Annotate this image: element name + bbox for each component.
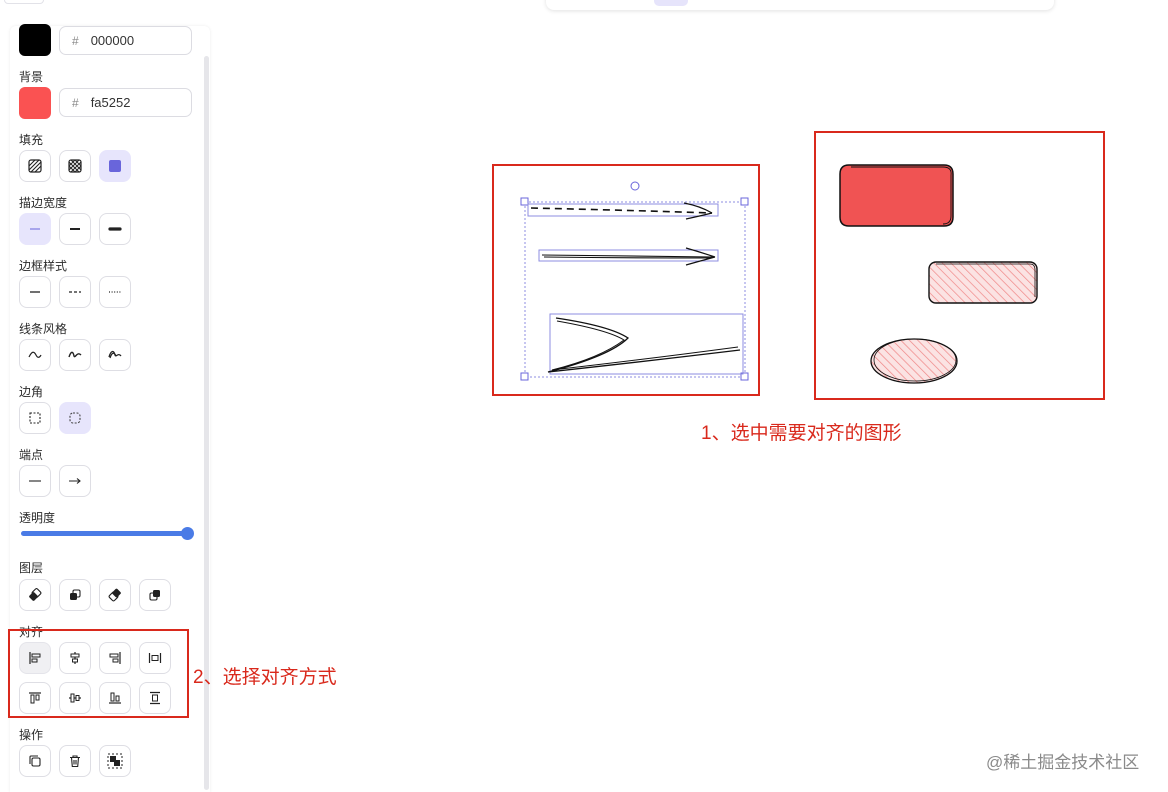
annotation-box-align-section [8, 629, 189, 718]
annotation-step-2: 2、选择对齐方式 [193, 667, 337, 688]
annotation-box-other-shapes [814, 131, 1105, 400]
annotation-step-1: 1、选中需要对齐的图形 [701, 423, 902, 444]
annotation-box-selected-shapes [492, 164, 760, 396]
watermark: @稀土掘金技术社区 [986, 753, 1140, 772]
